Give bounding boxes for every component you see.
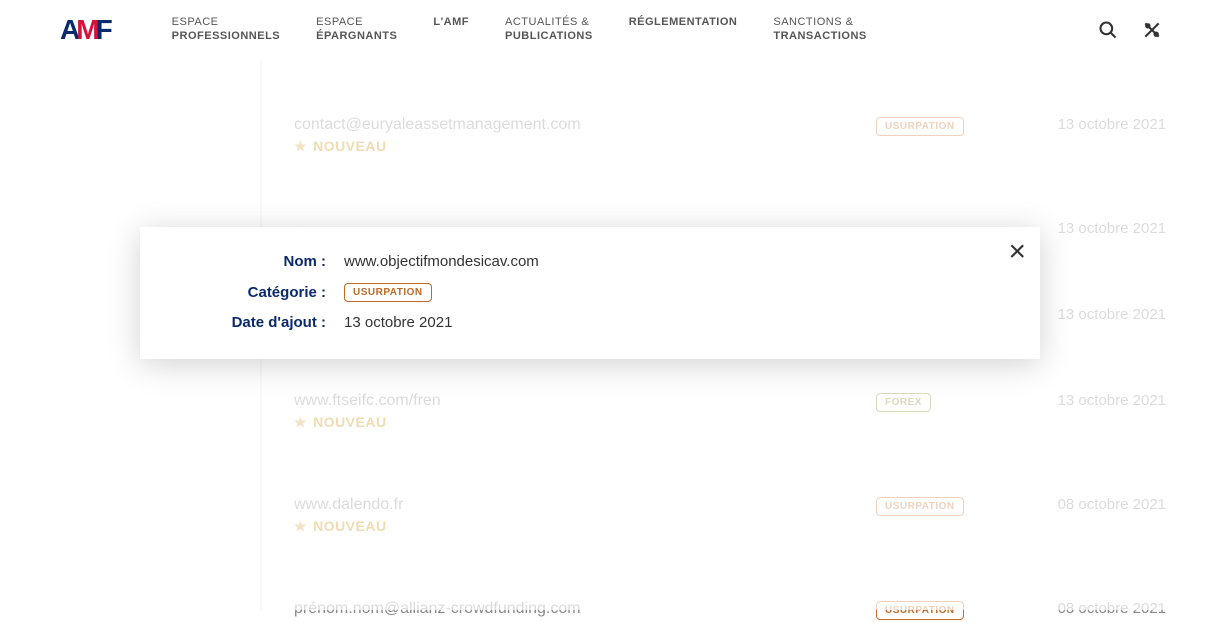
nav-espace-epargnants[interactable]: ESPACE ÉPARGNANTS [316, 16, 397, 44]
modal-category-badge: USURPATION [344, 283, 432, 302]
modal-value-nom: www.objectifmondesicav.com [344, 253, 539, 270]
modal-value-date: 13 octobre 2021 [344, 314, 452, 331]
modal-label-date: Date d'ajout : [164, 314, 344, 331]
close-icon[interactable]: × [1008, 237, 1026, 267]
nav-actualites-publications[interactable]: ACTUALITÉS & PUBLICATIONS [505, 16, 593, 44]
logo[interactable]: A M F [60, 14, 112, 46]
header-actions [1098, 20, 1162, 40]
nav-sanctions-transactions[interactable]: SANCTIONS & TRANSACTIONS [773, 16, 866, 44]
tools-icon[interactable] [1142, 20, 1162, 40]
detail-modal: × Nom : www.objectifmondesicav.com Catég… [140, 227, 1040, 359]
modal-label-categorie: Catégorie : [164, 284, 344, 301]
nav-reglementation[interactable]: RÉGLEMENTATION [629, 16, 738, 44]
search-icon[interactable] [1098, 20, 1118, 40]
app-header: A M F ESPACE PROFESSIONNELS ESPACE ÉPARG… [0, 0, 1222, 60]
modal-label-nom: Nom : [164, 253, 344, 270]
logo-letter-m: M [76, 14, 98, 46]
main-nav: ESPACE PROFESSIONNELS ESPACE ÉPARGNANTS … [172, 16, 1098, 44]
nav-espace-professionnels[interactable]: ESPACE PROFESSIONNELS [172, 16, 280, 44]
nav-lamf[interactable]: L'AMF [433, 16, 469, 44]
